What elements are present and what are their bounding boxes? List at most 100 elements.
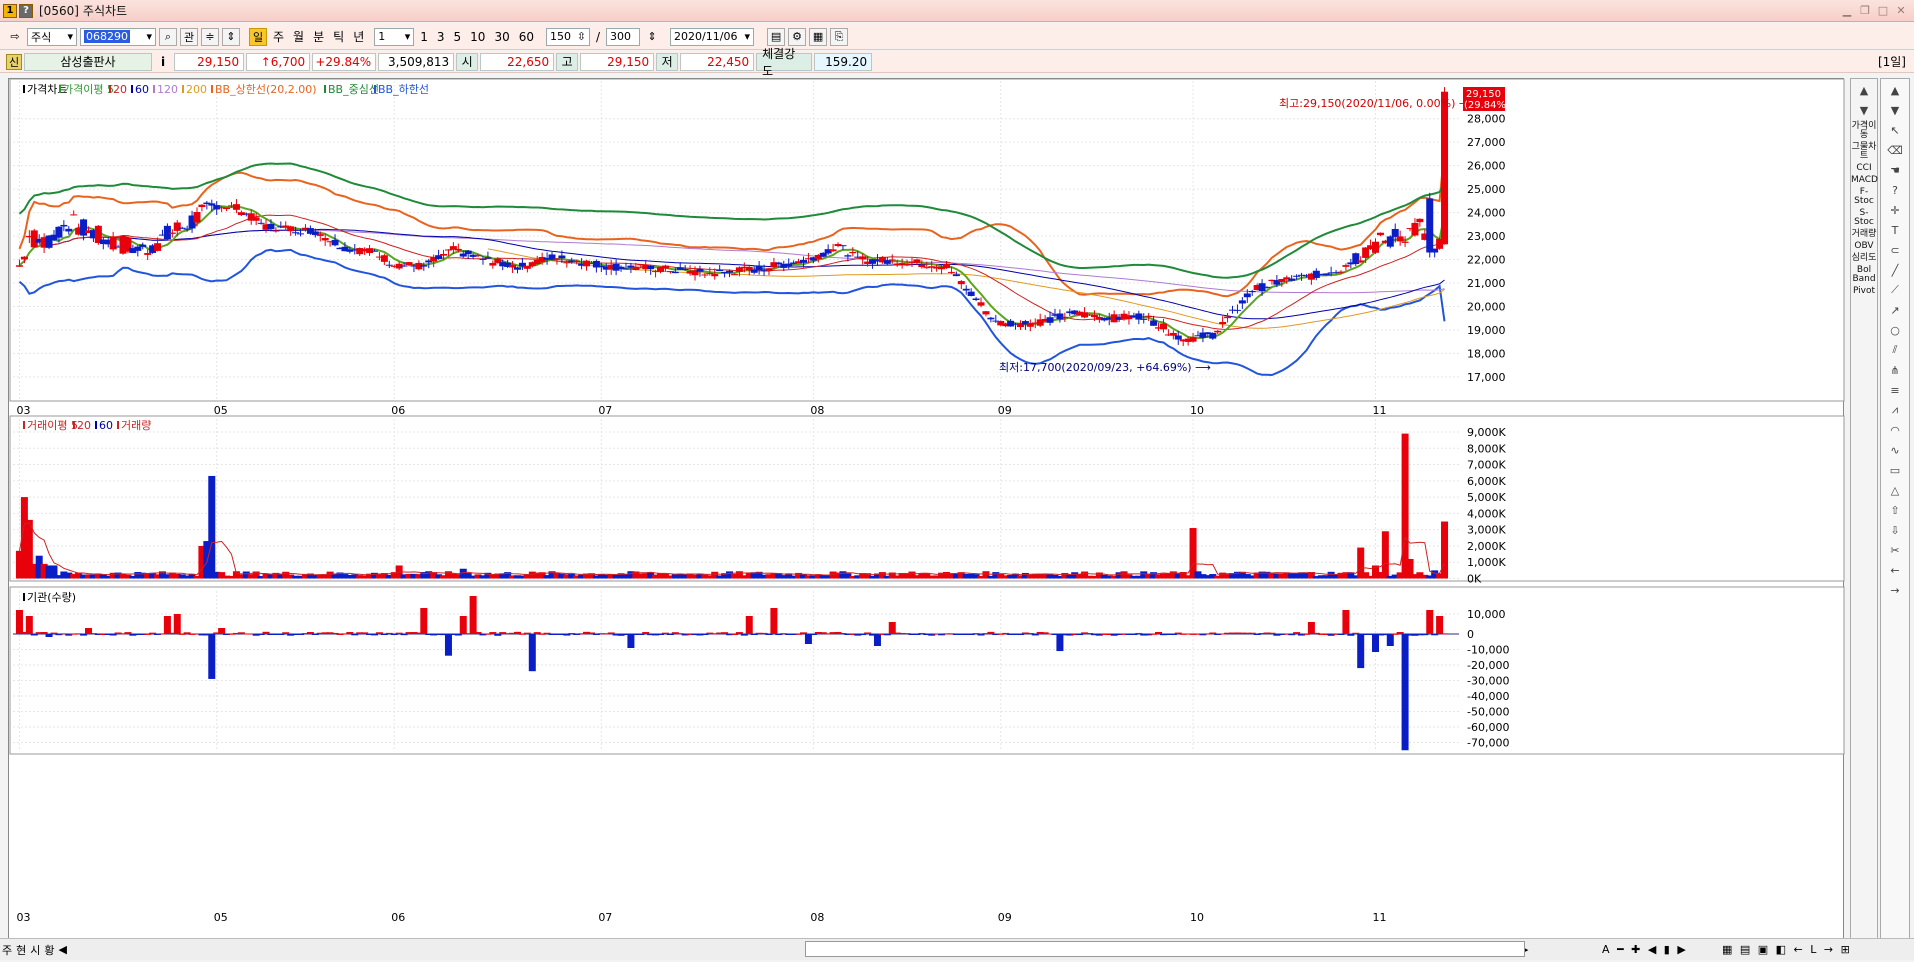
circle-icon[interactable]: ○ [1884,321,1906,339]
hand-icon[interactable]: ☚ [1884,161,1906,179]
low-annotation: 최저:17,700(2020/09/23, +64.69%) ⟶ [999,361,1211,374]
volume-bar [1441,521,1449,579]
candle-body [484,257,492,259]
cycle-icon[interactable]: ∿ [1884,441,1906,459]
inst-bar [528,634,536,672]
inst-bar [918,632,926,634]
price-legend-item: 120 [157,83,178,96]
chart-area[interactable]: 28,000 27,000 26,000 25,000 24,000 23,000 22,0… [8,78,1845,955]
period-month[interactable]: 월 [290,28,307,45]
scroll-down-icon[interactable]: ▼ [1853,101,1875,119]
restore-icon[interactable]: ❐ [1858,3,1872,17]
chart-svg[interactable]: 28,000 27,000 26,000 25,000 24,000 23,000 22,0… [9,78,1845,955]
indicator-obv[interactable]: OBV [1851,242,1877,251]
arc-icon[interactable]: ◠ [1884,421,1906,439]
open-price: 22,650 [480,52,555,71]
indicator-pivot[interactable]: Pivot [1851,287,1877,296]
eraser-icon[interactable]: ⌫ [1884,141,1906,159]
indicator-ma[interactable]: 가격이동 [1851,122,1877,140]
price-legend-item: BB_중심선 [328,83,379,96]
candle-body [859,256,867,260]
total-input[interactable]: 300 [606,27,641,46]
minimize-icon[interactable]: ▁ [1840,3,1854,17]
indicator-sstoc[interactable]: S-Stoc [1851,209,1877,227]
market-select[interactable]: 주식 ▾ [27,27,77,46]
period-minute[interactable]: 분 [310,28,327,45]
magnet-icon[interactable]: ⊂ [1884,241,1906,259]
arrow-down-icon[interactable]: ⇩ [1884,521,1906,539]
updown-icon[interactable]: ⇕ [643,28,661,46]
count-stepper[interactable]: 150 ⇳ [546,27,590,46]
view-controls[interactable]: ▦ ▤ ▣ ◧ ← L → ⊞ [1720,943,1854,956]
sort-icon[interactable]: ≑ [201,27,219,46]
arrow-up-icon[interactable]: ⇧ [1884,501,1906,519]
rect-icon[interactable]: ▭ [1884,461,1906,479]
gear-icon[interactable]: ⚙ [788,27,807,46]
crosshair-icon[interactable]: ✛ [1884,201,1906,219]
channel-icon[interactable]: ⫽ [1884,341,1906,359]
link-icon[interactable]: ⇨ [6,28,24,46]
volume-panel [9,415,1845,582]
inst-bar [637,634,645,635]
kwan-button[interactable]: 관 [180,27,198,46]
question-icon[interactable]: ? [1884,181,1906,199]
cursor-icon[interactable]: ↖ [1884,121,1906,139]
ray-icon[interactable]: ↗ [1884,301,1906,319]
interval-60[interactable]: 60 [516,30,537,44]
line-icon[interactable]: ⟋ [1884,281,1906,299]
scroll-left-icon[interactable]: ◀ [57,943,69,956]
trendline-icon[interactable]: ╱ [1884,261,1906,279]
indicator-macd[interactable]: MACD [1851,176,1878,185]
zoom-controls[interactable]: A ━ ✚ ◀ ▮ ▶ [1600,943,1690,956]
interval-10[interactable]: 10 [467,30,488,44]
month-label: 07 [598,404,612,417]
search-icon[interactable]: ⌕ [159,27,177,46]
interval-1[interactable]: 1 [417,30,431,44]
interval-select[interactable]: 1 ▾ [374,27,415,46]
interval-30[interactable]: 30 [491,30,512,44]
scroll-down-icon[interactable]: ▼ [1884,101,1906,119]
triangle-icon[interactable]: △ [1884,481,1906,499]
stock-name[interactable]: 삼성출판사 [24,52,152,71]
period-year[interactable]: 년 [350,28,367,45]
chart-settings-icon[interactable]: ▤ [767,27,786,46]
period-tick[interactable]: 틱 [330,28,347,45]
period-week[interactable]: 주 [270,28,287,45]
text-icon[interactable]: T [1884,221,1906,239]
indicator-fstoc[interactable]: F-Stoc [1851,188,1877,206]
interval-5[interactable]: 5 [451,30,465,44]
table-icon[interactable]: ▦ [809,27,828,46]
day-badge[interactable]: 일 [249,27,267,46]
candle-body [888,259,896,261]
date-select[interactable]: 2020/11/06 ▾ [670,27,755,46]
export-icon[interactable]: ⎘ [830,27,849,46]
close-icon[interactable]: ✕ [1894,3,1908,17]
price-tick-label: 21,000 [1467,277,1506,290]
stock-code-input[interactable]: 068290 ▾ [80,27,156,46]
indicator-volume[interactable]: 거래량 [1851,230,1877,239]
indicator-grid[interactable]: 그물차트 [1851,143,1877,161]
scroll-up-icon[interactable]: ▲ [1853,81,1875,99]
info-icon[interactable]: i [158,55,168,69]
delete-icon[interactable]: ✂ [1884,541,1906,559]
indicator-cci[interactable]: CCI [1851,164,1877,173]
horizontal-scrollbar[interactable] [805,941,1525,957]
status-tab-ju[interactable]: 주 [0,942,14,958]
status-tab-si[interactable]: 시 [28,942,42,958]
maximize-icon[interactable]: □ [1876,3,1890,17]
status-tab-hyeon[interactable]: 현 [14,942,28,958]
indicator-psych[interactable]: 심리도 [1851,254,1877,263]
indicator-bolband[interactable]: Bol Band [1851,266,1877,284]
fibonacci-icon[interactable]: ≡ [1884,381,1906,399]
arrow-right-icon[interactable]: → [1884,581,1906,599]
arrow-left-icon[interactable]: ← [1884,561,1906,579]
scroll-up-icon[interactable]: ▲ [1884,81,1906,99]
candle-body [1224,316,1232,319]
fan-icon[interactable]: ⩘ [1884,401,1906,419]
candle-body [435,255,443,260]
updown-icon[interactable]: ⇕ [222,27,240,46]
interval-3[interactable]: 3 [434,30,448,44]
help-icon[interactable]: ? [19,3,33,18]
status-tab-hwang[interactable]: 황 [42,942,56,958]
pitchfork-icon[interactable]: ⋔ [1884,361,1906,379]
